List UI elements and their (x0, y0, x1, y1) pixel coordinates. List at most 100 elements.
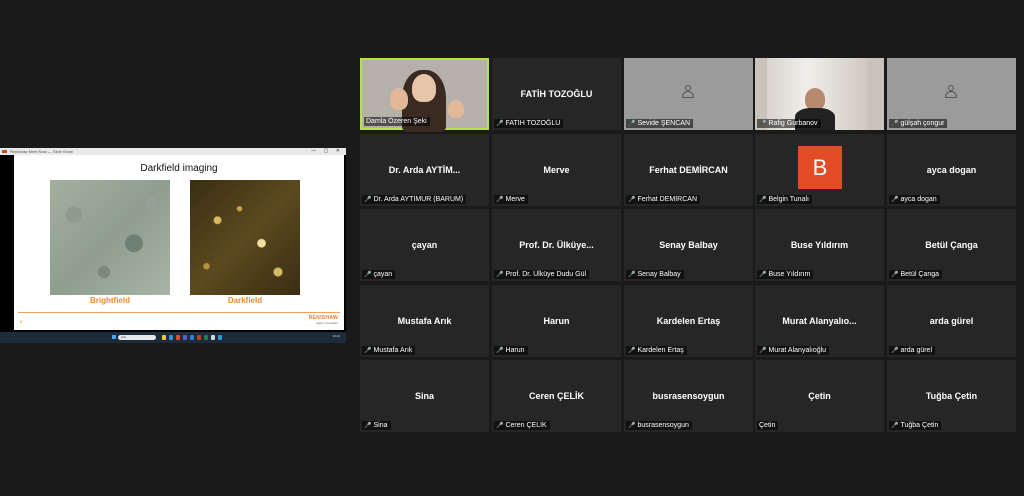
participant-display-name: Betül Çanga (925, 240, 978, 250)
mic-muted-icon: 🎤 (891, 348, 899, 354)
mic-muted-icon: 🎤 (759, 272, 767, 278)
participant-display-name: ayca dogan (926, 165, 977, 175)
participant-name-label: 🎤 Mustafa Arık (362, 346, 416, 355)
mic-muted-icon: 🎤 (891, 272, 899, 278)
mic-muted-icon: 🎤 (628, 197, 636, 203)
caption-darkfield: Darkfield (227, 296, 263, 305)
shared-screen[interactable]: Renishaw Meet Now — Slide Show — ▢ ✕ Dar… (0, 148, 346, 343)
participant-name-label: 🎤 Prof. Dr. Ülküye Dudu Gül (494, 270, 590, 279)
participant-name-label: 🎤 Buse Yıldırım (757, 270, 814, 279)
participant-label-text: Murat Alanyalıoğlu (768, 347, 827, 354)
participant-label-text: Prof. Dr. Ülküye Dudu Gül (505, 271, 587, 278)
participant-label-text: Mustafa Arık (373, 347, 413, 354)
powerpoint-icon (2, 150, 7, 153)
participant-tile[interactable]: 🎤Damla Özeren Şeki (360, 58, 489, 132)
participant-tile[interactable]: Ferhat DEMİRCAN 🎤 Ferhat DEMİRCAN (624, 134, 753, 206)
participant-name-label: 🎤Damla Özeren Şeki (364, 117, 430, 126)
participant-name-label: 🎤 Murat Alanyalıoğlu (757, 346, 830, 355)
participant-tile[interactable]: Çetin🎤Çetin (755, 360, 884, 432)
participant-display-name: Harun (543, 316, 570, 326)
participant-label-text: Damla Özeren Şeki (366, 118, 427, 125)
file-explorer-icon (162, 335, 166, 340)
participant-label-text: Ceren ÇELİK (505, 422, 547, 429)
teams-icon (183, 335, 187, 340)
outlook-icon (190, 335, 194, 340)
participant-label-text: Harun (505, 347, 525, 354)
participant-display-name: Çetin (808, 391, 831, 401)
participant-name-label: 🎤 Merve (494, 195, 528, 204)
anonymous-user-icon (944, 85, 958, 99)
participant-tile[interactable]: Harun 🎤 Harun (492, 285, 621, 357)
participant-tile[interactable]: Murat Alanyalıo... 🎤 Murat Alanyalıoğlu (755, 285, 884, 357)
participant-display-name: Prof. Dr. Ülküye... (519, 240, 594, 250)
participant-tile[interactable]: 🎤 gülşah çongur (887, 58, 1016, 130)
participant-name-label: 🎤 Sina (362, 421, 391, 430)
edge-icon (169, 335, 173, 340)
mic-muted-icon: 🎤 (891, 121, 899, 127)
mic-muted-icon: 🎤 (364, 423, 372, 429)
participant-tile[interactable]: Tuğba Çetin 🎤 Tuğba Çetin (887, 360, 1016, 432)
participant-label-text: Belgin Tunalı (768, 196, 809, 203)
participant-label-text: gülşah çongur (900, 120, 945, 127)
participant-label-text: Buse Yıldırım (768, 271, 811, 278)
participant-tile[interactable]: Betül Çanga 🎤 Betül Çanga (887, 209, 1016, 281)
participant-tile[interactable]: Merve 🎤 Merve (492, 134, 621, 206)
windows-taskbar: Ara 10:24 (0, 332, 346, 343)
renishaw-logo: RENISHAW apply innovation (309, 315, 338, 325)
participant-tile[interactable]: 🎤 Sevide ŞENCAN (624, 58, 753, 130)
participant-name-label: 🎤 Kardelen Ertaş (626, 346, 687, 355)
participant-display-name: Ceren ÇELİK (528, 391, 584, 401)
participant-name-label: 🎤 Betül Çanga (889, 270, 943, 279)
participant-label-text: Merve (505, 196, 525, 203)
participant-label-text: Dr. Arda AYTİMUR (BARUM) (373, 196, 464, 203)
participant-name-label: 🎤 çayan (362, 270, 396, 279)
participant-label-text: busrasensoygun (637, 422, 689, 429)
presentation-slide: Darkfield imaging Brightfield Darkfield … (14, 155, 344, 330)
participant-display-name: Merve (543, 165, 570, 175)
participant-label-text: çayan (373, 271, 393, 278)
participant-tile[interactable]: Sina 🎤 Sina (360, 360, 489, 432)
participant-tile[interactable]: Senay Balbay 🎤 Senay Balbay (624, 209, 753, 281)
participant-tile[interactable]: Ceren ÇELİK 🎤 Ceren ÇELİK (492, 360, 621, 432)
participant-tile[interactable]: ayca dogan 🎤 ayca dogan (887, 134, 1016, 206)
office-icon (176, 335, 180, 340)
participant-face (805, 88, 825, 110)
participant-label-text: Tuğba Çetin (900, 422, 939, 429)
participant-tile[interactable]: FATİH TOZOĞLU 🎤 FATİH TOZOĞLU (492, 58, 621, 130)
slide-footer-line (18, 312, 340, 313)
participant-label-text: Ferhat DEMİRCAN (637, 196, 697, 203)
participant-tile[interactable]: 🎤 Rafig Gurbanov (755, 58, 884, 130)
participant-tile[interactable]: busrasensoygun 🎤 busrasensoygun (624, 360, 753, 432)
taskbar-search-box: Ara (118, 335, 156, 340)
participant-tile[interactable]: Prof. Dr. Ülküye... 🎤 Prof. Dr. Ülküye Dud… (492, 209, 621, 281)
participant-tile[interactable]: Kardelen Ertaş 🎤 Kardelen Ertaş (624, 285, 753, 357)
participant-hand (390, 88, 408, 110)
participant-tile[interactable]: arda gürel 🎤 arda gürel (887, 285, 1016, 357)
mic-muted-icon: 🎤 (759, 197, 767, 203)
participant-name-label: 🎤 Dr. Arda AYTİMUR (BARUM) (362, 195, 467, 204)
participant-name-label: 🎤 gülşah çongur (889, 119, 948, 128)
mic-muted-icon: 🎤 (628, 348, 636, 354)
participant-tile[interactable]: Buse Yıldırım 🎤 Buse Yıldırım (755, 209, 884, 281)
participant-display-name: Senay Balbay (659, 240, 718, 250)
participant-name-label: 🎤 Senay Balbay (626, 270, 684, 279)
mic-muted-icon: 🎤 (496, 423, 504, 429)
participant-name-label: 🎤 Harun (494, 346, 528, 355)
participant-tile[interactable]: Dr. Arda AYTİM... 🎤 Dr. Arda AYTİMUR (BARU… (360, 134, 489, 206)
mic-muted-icon: 🎤 (628, 272, 636, 278)
mic-muted-icon: 🎤 (628, 121, 636, 127)
participant-tile[interactable]: çayan 🎤 çayan (360, 209, 489, 281)
participant-display-name: busrasensoygun (652, 391, 725, 401)
zoom-icon (218, 335, 222, 340)
window-controls: — ▢ ✕ (311, 148, 343, 154)
participant-display-name: Dr. Arda AYTİM... (388, 165, 461, 175)
caption-brightfield: Brightfield (90, 296, 130, 305)
participant-tile[interactable]: Mustafa Arık 🎤 Mustafa Arık (360, 285, 489, 357)
powerpoint-taskbar-icon (197, 335, 201, 340)
windows-start-icon (112, 335, 116, 339)
participant-tile[interactable]: B 🎤 Belgin Tunalı (755, 134, 884, 206)
darkfield-image (190, 180, 300, 295)
participant-display-name: Mustafa Arık (397, 316, 452, 326)
participant-display-name: Sina (414, 391, 434, 401)
participant-label-text: Betül Çanga (900, 271, 940, 278)
